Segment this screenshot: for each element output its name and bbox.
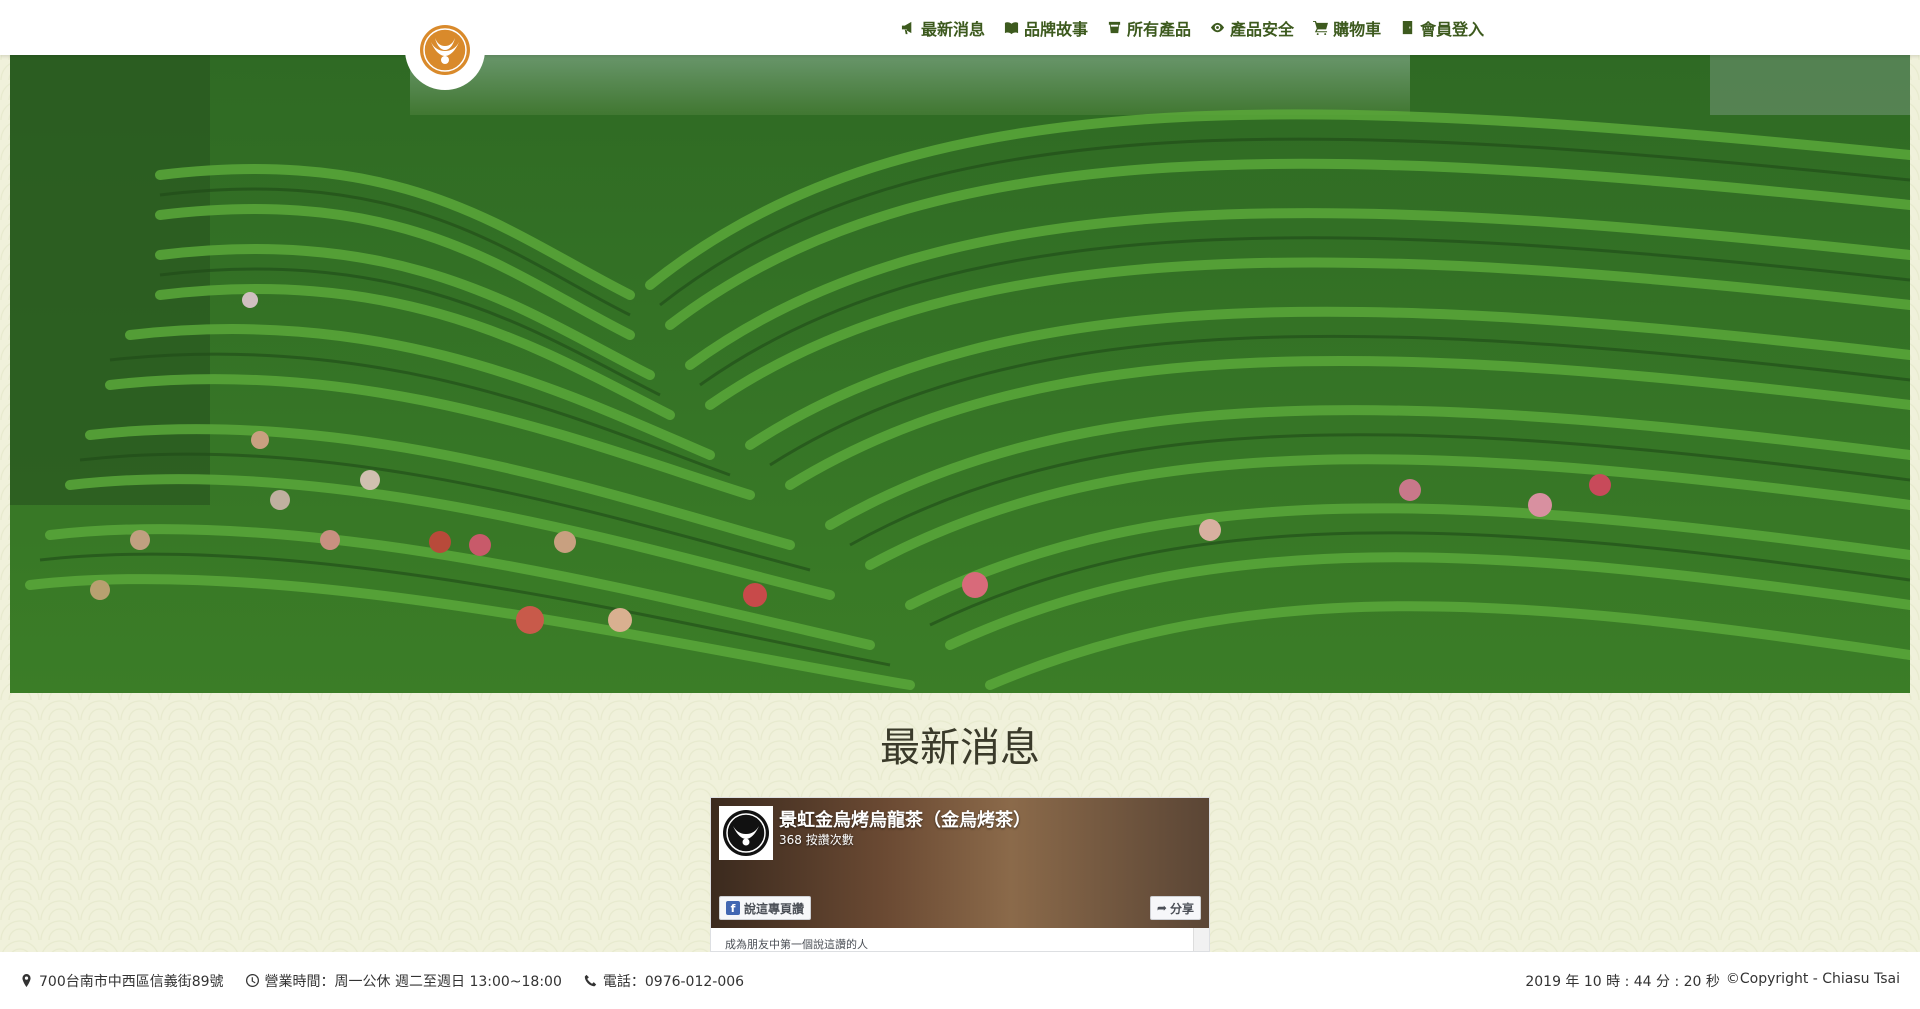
fb-share-label: 分享 — [1169, 901, 1194, 916]
footer-bar: 700台南市中西區信義街89號 營業時間：周一公休 週二至週日 13:00~18… — [0, 952, 1920, 1009]
footer-right: 2019 年 10 時 : 44 分 : 20 秒 ©Copyright - C… — [1525, 971, 1900, 991]
footer-address-text: 700台南市中西區信義街89號 — [39, 973, 224, 990]
fb-page-avatar[interactable] — [719, 806, 773, 860]
share-arrow-icon: ➦ — [1156, 901, 1167, 915]
fb-scrollbar[interactable] — [1193, 928, 1209, 951]
footer-hours: 營業時間：周一公休 週二至週日 13:00~18:00 — [245, 971, 562, 991]
cup-icon — [1106, 20, 1122, 36]
phone-icon — [584, 974, 597, 987]
fb-friends-text: 成為朋友中第一個說這讚的人 — [711, 928, 1191, 951]
nav-all-products-label: 所有產品 — [1127, 19, 1192, 39]
nav-member-login[interactable]: 會員登入 — [1399, 16, 1484, 40]
door-icon — [1399, 20, 1415, 36]
nav-news-label: 最新消息 — [921, 19, 986, 39]
site-logo[interactable] — [405, 10, 485, 90]
nav-member-login-label: 會員登入 — [1420, 19, 1485, 39]
crescent-bird-logo-icon — [420, 25, 470, 75]
crescent-bird-logo-icon — [723, 810, 769, 856]
cart-icon — [1312, 20, 1328, 36]
eye-icon — [1209, 20, 1225, 36]
nav-brand-story-label: 品牌故事 — [1024, 19, 1089, 39]
facebook-page-plugin[interactable]: 景虹金烏烤烏龍茶（金烏烤茶） 368 按讚次數 f 說這專頁讚 ➦ 分享 成為朋… — [710, 797, 1210, 952]
nav-all-products[interactable]: 所有產品 — [1106, 16, 1191, 40]
fb-page-likes: 368 按讚次數 — [779, 833, 854, 847]
footer-hours-text: 營業時間：周一公休 週二至週日 13:00~18:00 — [264, 973, 562, 990]
nav-cart[interactable]: 購物車 — [1312, 16, 1381, 40]
footer-copyright: ©Copyright - Chiasu Tsai — [1725, 970, 1900, 987]
book-icon — [1003, 20, 1019, 36]
map-marker-icon — [22, 974, 31, 987]
fb-like-button[interactable]: f 說這專頁讚 — [719, 896, 812, 920]
nav-brand-story[interactable]: 品牌故事 — [1003, 16, 1088, 40]
clock-icon — [245, 974, 259, 987]
facebook-icon: f — [726, 901, 740, 915]
fb-share-button[interactable]: ➦ 分享 — [1149, 896, 1201, 920]
nav-news[interactable]: 最新消息 — [900, 16, 985, 40]
footer-phone-text: 電話：0976-012-006 — [602, 973, 745, 990]
footer-info: 700台南市中西區信義街89號 營業時間：周一公休 週二至週日 13:00~18… — [20, 971, 744, 991]
nav-product-safety-label: 產品安全 — [1230, 19, 1295, 39]
news-section-title: 最新消息 — [880, 725, 1040, 771]
footer-phone: 電話：0976-012-006 — [584, 971, 744, 991]
footer-address: 700台南市中西區信義街89號 — [20, 971, 224, 991]
footer-clock: 2019 年 10 時 : 44 分 : 20 秒 — [1525, 973, 1720, 990]
fb-page-name[interactable]: 景虹金烏烤烏龍茶（金烏烤茶） — [779, 806, 1031, 832]
top-navbar: 最新消息 品牌故事 所有產品 產品安全 購物車 會員登入 — [0, 0, 1920, 55]
fb-like-label: 說這專頁讚 — [744, 901, 805, 916]
bullhorn-icon — [900, 20, 916, 36]
tea-plantation-image — [10, 55, 1910, 693]
main-nav: 最新消息 品牌故事 所有產品 產品安全 購物車 會員登入 — [900, 0, 1484, 55]
nav-cart-label: 購物車 — [1333, 19, 1382, 39]
nav-product-safety[interactable]: 產品安全 — [1209, 16, 1294, 40]
hero-banner — [10, 55, 1910, 693]
